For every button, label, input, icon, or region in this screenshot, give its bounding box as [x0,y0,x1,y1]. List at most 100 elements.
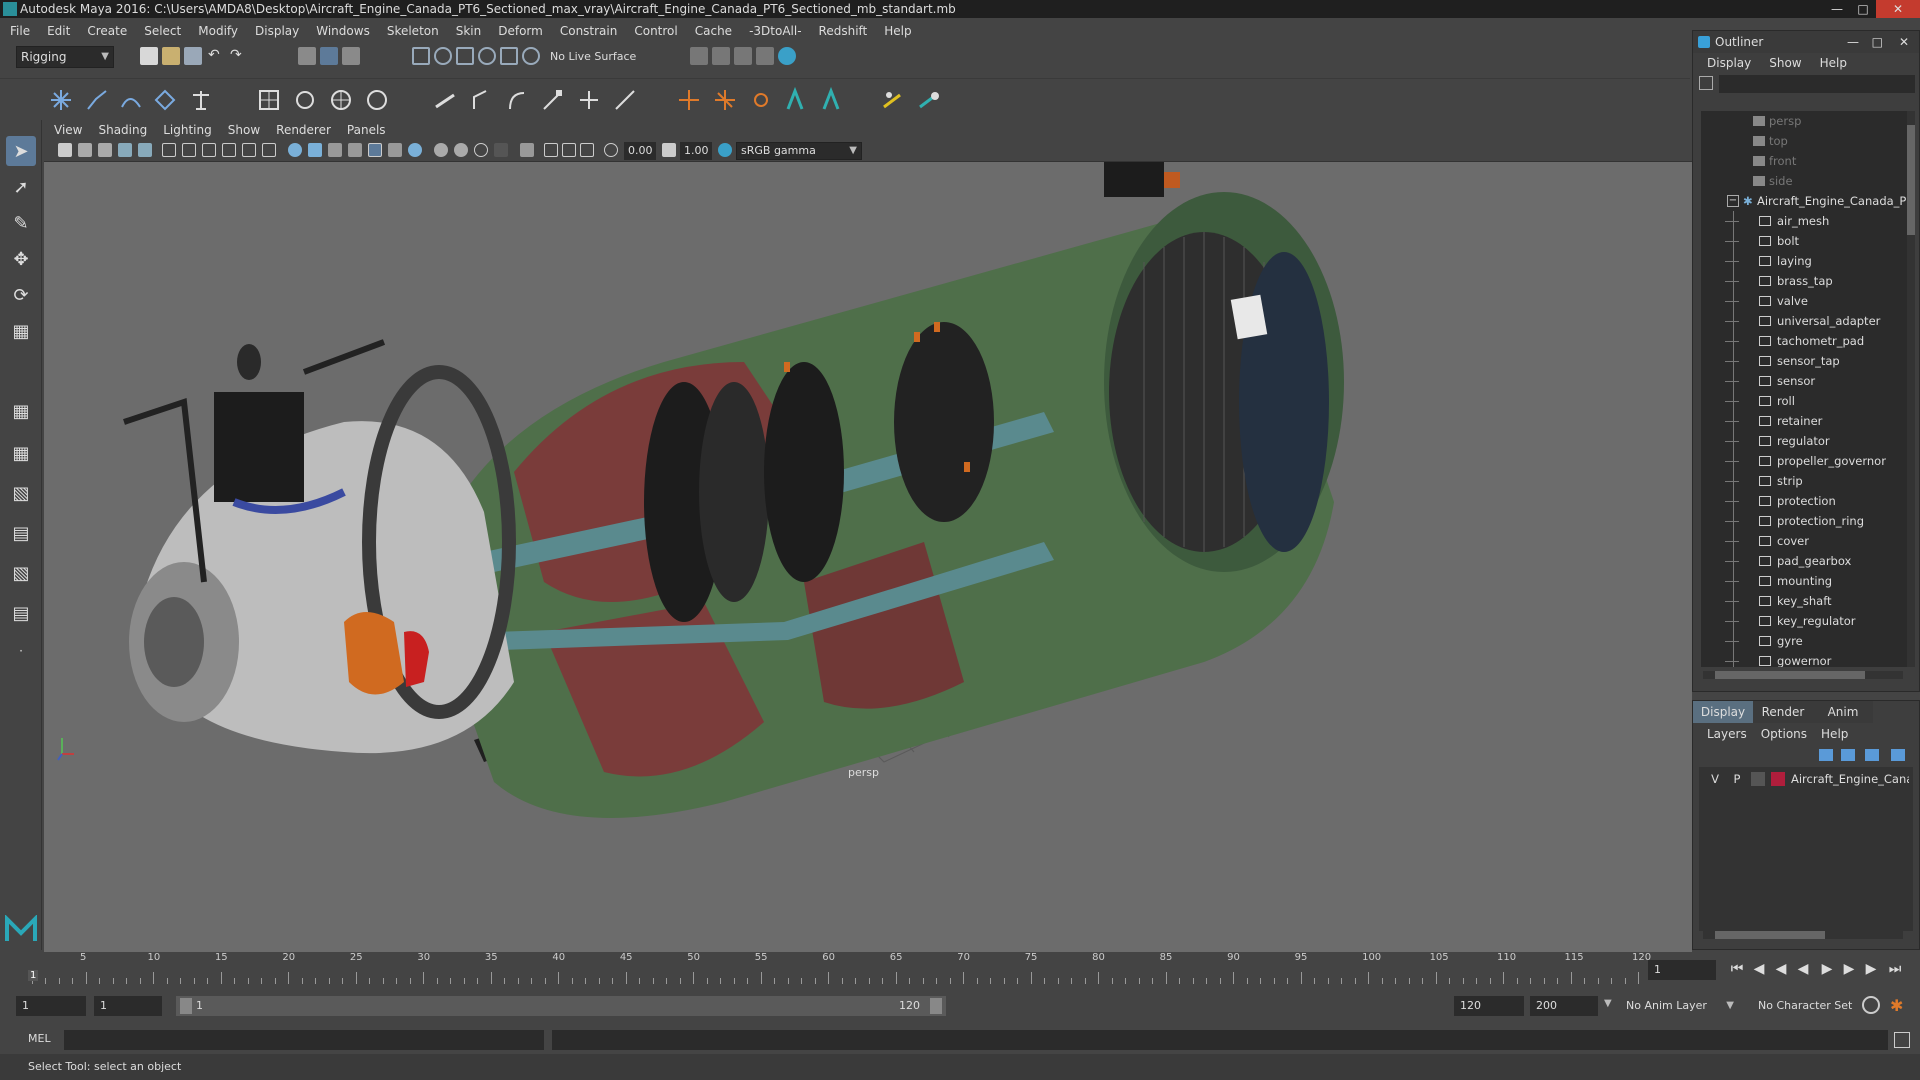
outliner-mesh-row[interactable]: roll [1701,391,1911,411]
menu-modify[interactable]: Modify [198,24,238,38]
menu-windows[interactable]: Windows [316,24,370,38]
quick-rig-icon[interactable] [916,87,942,113]
tab-render[interactable]: Render [1753,701,1813,723]
lattice-icon[interactable] [256,87,282,113]
frame-all-icon[interactable] [544,143,558,157]
lock-camera-icon[interactable] [78,143,92,157]
image-plane-icon[interactable] [118,143,132,157]
lasso-tool-icon[interactable]: ➚ [6,172,36,202]
four-view-layout-icon[interactable]: ▦ [6,438,36,468]
panel-menu-renderer[interactable]: Renderer [276,123,331,137]
layer-row[interactable]: V P Aircraft_Engine_Canac [1707,769,1911,789]
outliner-horizontal-scrollbar[interactable] [1703,671,1903,679]
live-surface-label[interactable]: No Live Surface [550,48,636,66]
layer-display-type[interactable] [1751,772,1765,786]
motion-blur-icon[interactable] [454,143,468,157]
outliner-hscroll-thumb[interactable] [1715,671,1865,679]
set-driven-key-icon[interactable] [880,87,906,113]
range-end-handle[interactable] [930,998,942,1014]
outliner-mesh-row[interactable]: sensor [1701,371,1911,391]
multisample-aa-icon[interactable] [474,143,488,157]
outliner-mesh-row[interactable]: protection_ring [1701,511,1911,531]
outliner-mesh-row[interactable]: gyre [1701,631,1911,651]
time-ticks[interactable]: 5 10 15 20 25 30 35 40 45 50 55 60 65 70 75 80 85 90 95 100… [28,952,1654,988]
menu-deform[interactable]: Deform [498,24,543,38]
panel-menu-view[interactable]: View [54,123,82,137]
outliner-mesh-row[interactable]: valve [1701,291,1911,311]
layer-hscroll-thumb[interactable] [1715,931,1825,939]
range-bar[interactable]: 1 120 [176,996,946,1016]
locator-icon[interactable] [188,87,214,113]
outliner-mesh-row[interactable]: cover [1701,531,1911,551]
outliner-mesh-row[interactable]: bolt [1701,231,1911,251]
use-all-lights-icon[interactable] [368,143,382,157]
layer-menu-options[interactable]: Options [1761,727,1807,741]
render-view-icon[interactable] [690,47,708,65]
grid-toggle-icon[interactable] [162,143,176,157]
start-time-field[interactable]: 1 [16,996,86,1016]
panel-menu-show[interactable]: Show [228,123,260,137]
field-chart-icon[interactable] [242,143,256,157]
outliner-camera-row[interactable]: top [1701,131,1911,151]
menu-skeleton[interactable]: Skeleton [387,24,439,38]
gamma-icon[interactable] [662,143,676,157]
snap-surface-icon[interactable] [500,47,518,65]
outliner-mesh-row[interactable]: gowernor [1701,651,1911,667]
ipr-render-icon[interactable] [734,47,752,65]
render-frame-icon[interactable] [712,47,730,65]
outliner-mesh-row[interactable]: regulator [1701,431,1911,451]
frame-selected-icon[interactable] [562,143,576,157]
minimize-button[interactable]: — [1824,0,1850,18]
end-time-field[interactable]: 200 [1530,996,1598,1016]
point-constraint-icon[interactable] [676,87,702,113]
select-camera-icon[interactable] [58,143,72,157]
layer-name[interactable]: Aircraft_Engine_Canac [1791,769,1909,789]
color-management-icon[interactable] [718,143,732,157]
panel-menu-lighting[interactable]: Lighting [163,123,212,137]
resolution-gate-icon[interactable] [202,143,216,157]
filter-icon[interactable] [1699,76,1713,90]
undo-icon[interactable]: ↶ [208,47,226,65]
end-time-dropdown-icon[interactable]: ▼ [1604,998,1612,1009]
go-to-end-icon[interactable]: ⏭ [1886,960,1904,978]
playback-end-field[interactable]: 120 [1454,996,1524,1016]
outliner-search-input[interactable] [1719,75,1915,93]
range-start-handle[interactable] [180,998,192,1014]
menu-constrain[interactable]: Constrain [560,24,618,38]
play-forward-icon[interactable]: ▶ [1818,960,1836,978]
outliner-mesh-row[interactable]: tachometr_pad [1701,331,1911,351]
frame-selection-icon[interactable] [580,143,594,157]
aim-constraint-icon[interactable] [712,87,738,113]
outliner-mesh-row[interactable]: protection [1701,491,1911,511]
outliner-mesh-row[interactable]: brass_tap [1701,271,1911,291]
new-layer-selected-icon[interactable] [1891,749,1905,761]
depth-of-field-icon[interactable] [494,143,508,157]
scale-tool-icon[interactable]: ▦ [6,316,36,346]
collapse-toggle-icon[interactable]: − [1727,195,1739,207]
panel-menu-shading[interactable]: Shading [98,123,147,137]
snap-curve-icon[interactable] [434,47,452,65]
move-layer-down-icon[interactable] [1841,749,1855,761]
colorspace-dropdown[interactable]: sRGB gamma ▼ [736,142,862,160]
outliner-mesh-row[interactable]: strip [1701,471,1911,491]
outliner-menu-show[interactable]: Show [1769,56,1801,70]
persp-hypershade-layout-icon[interactable]: ▧ [6,558,36,588]
tab-anim[interactable]: Anim [1813,701,1873,723]
bind-skin-icon[interactable] [432,87,458,113]
current-time-marker[interactable]: 1 [28,970,39,981]
outliner-mesh-row[interactable]: pad_gearbox [1701,551,1911,571]
menu-cache[interactable]: Cache [695,24,732,38]
rotate-tool-icon[interactable]: ⟳ [6,280,36,310]
menu-redshift[interactable]: Redshift [819,24,868,38]
outliner-mesh-row[interactable]: mounting [1701,571,1911,591]
outliner-root-row[interactable]: − ✱ Aircraft_Engine_Canada_P [1701,191,1911,211]
menu-help[interactable]: Help [884,24,911,38]
panel-menu-panels[interactable]: Panels [347,123,386,137]
shadows-icon[interactable] [388,143,402,157]
character-set-dropdown[interactable]: No Character Set [1752,996,1868,1016]
redo-icon[interactable]: ↷ [230,47,248,65]
mirror-joint-icon[interactable] [152,87,178,113]
joint-tool-icon[interactable] [48,87,74,113]
outliner-mesh-row[interactable]: key_shaft [1701,591,1911,611]
layer-menu-layers[interactable]: Layers [1707,727,1747,741]
